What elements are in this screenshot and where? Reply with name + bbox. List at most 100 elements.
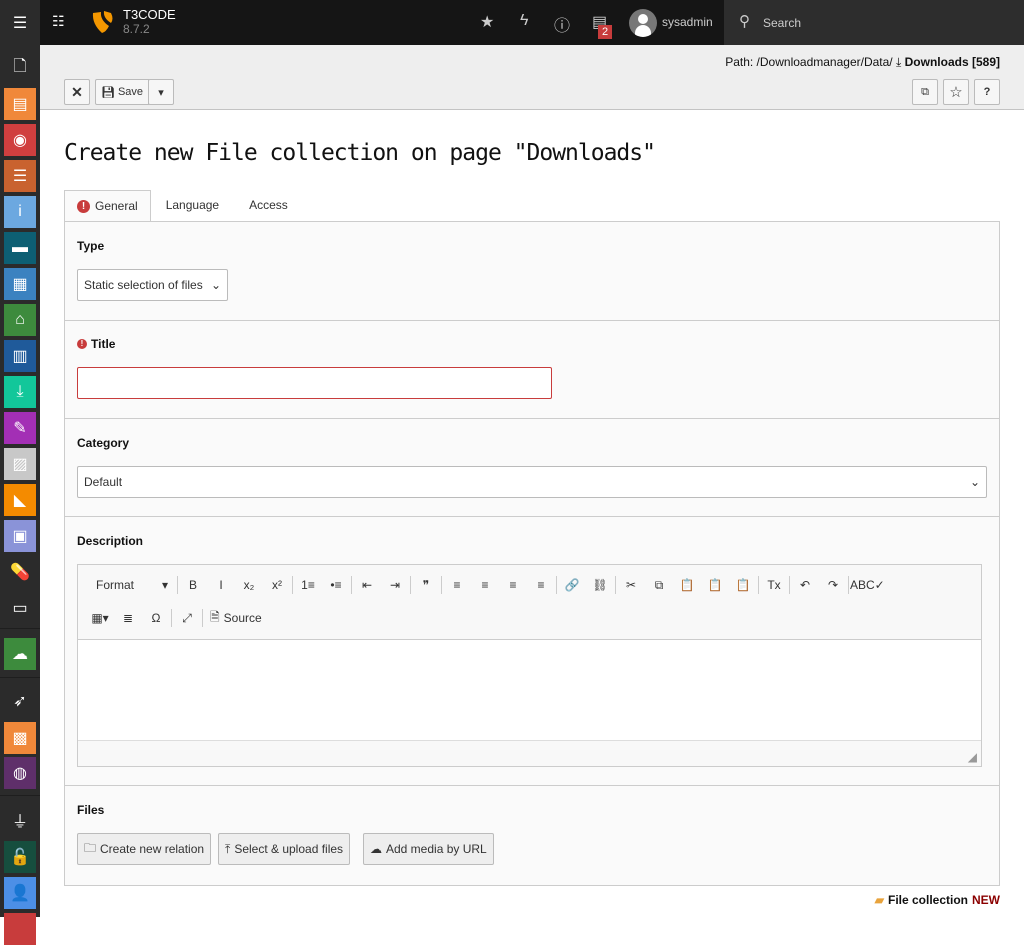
typo3-logo[interactable] — [90, 10, 114, 34]
category-section: Category Default ⌄ — [65, 419, 999, 517]
module-filelist-icon[interactable]: ▭ — [4, 592, 36, 624]
sidebar-divider — [0, 795, 40, 796]
module-page-module-icon[interactable]: ▤ — [4, 88, 36, 120]
module-typo3-icon[interactable]: ◣ — [4, 484, 36, 516]
toolbar-button-icon[interactable]: Ω — [142, 606, 170, 630]
module-plug-icon[interactable]: ⏚ — [4, 804, 36, 836]
toolbar-button-icon[interactable]: x² — [263, 573, 291, 597]
toolbar-button-icon[interactable]: ❞ — [412, 573, 440, 597]
toolbar-button-icon[interactable]: 1≡ — [294, 573, 322, 597]
toolbar-separator — [292, 576, 293, 594]
toolbar-button-icon[interactable]: ↷ — [819, 573, 847, 597]
bookmark-button[interactable]: ☆ — [943, 79, 969, 105]
help-button[interactable]: ? — [974, 79, 1000, 105]
close-button[interactable]: ✕ — [64, 79, 90, 105]
select-upload-files-button[interactable]: ⤒ Select & upload files — [218, 833, 351, 865]
tab-language[interactable]: Language — [151, 190, 234, 222]
view-page-button[interactable]: ⧉ — [912, 79, 938, 105]
toolbar-button-icon[interactable]: ≡ — [499, 573, 527, 597]
module-extension-icon[interactable]: ▩ — [4, 722, 36, 754]
bookmark-star-icon[interactable]: ★ — [480, 12, 494, 32]
page-link[interactable]: Downloads [589] — [905, 55, 1000, 69]
module-rocket-icon[interactable]: ➶ — [4, 685, 36, 717]
pagetree-icon[interactable]: ☷ — [52, 13, 65, 30]
toolbar-button-icon[interactable]: ABC✓ — [850, 573, 885, 597]
toolbar-button-icon[interactable]: ≡ — [471, 573, 499, 597]
toolbar-separator — [441, 576, 442, 594]
module-view-icon[interactable]: ◉ — [4, 124, 36, 156]
toolbar-button-icon[interactable]: ⧉ — [645, 573, 673, 597]
toolbar-button-icon[interactable]: ⤢ — [173, 606, 201, 630]
toolbar-button-icon[interactable]: ≡ — [443, 573, 471, 597]
toolbar-button-icon[interactable]: ⇤ — [353, 573, 381, 597]
create-new-relation-button[interactable]: 🗀 Create new relation — [77, 833, 212, 865]
toolbar-button-icon[interactable]: Tx — [760, 573, 788, 597]
files-label: Files — [77, 803, 105, 817]
toolbar-button-icon[interactable]: •≡ — [322, 573, 350, 597]
page-title: Create new File collection on page "Down… — [64, 140, 656, 166]
toolbar-button-icon[interactable]: ≡ — [527, 573, 555, 597]
flash-clear-cache-icon[interactable]: ϟ — [520, 12, 528, 30]
caret-down-icon: ▾ — [161, 578, 168, 592]
module-news-icon[interactable]: ▦ — [4, 268, 36, 300]
toolbar-button-icon[interactable]: 📋 — [673, 573, 701, 597]
tab-access[interactable]: Access — [234, 190, 303, 222]
module-form-icon[interactable]: ✎ — [4, 412, 36, 444]
resize-handle-icon[interactable]: ◢ — [968, 750, 977, 764]
module-more-icon[interactable] — [4, 913, 36, 945]
search-icon: ⚲ — [739, 13, 750, 30]
source-label: Source — [223, 611, 262, 625]
module-downloads-icon[interactable]: ⤓ — [4, 376, 36, 408]
module-pill-icon[interactable]: 💊 — [4, 556, 36, 588]
toolbar-button-icon[interactable]: 🔗 — [558, 573, 586, 597]
toolbar-button-icon[interactable]: ⛓ — [586, 573, 614, 597]
chevron-down-icon: ⌄ — [969, 475, 980, 489]
button-label: Create new relation — [100, 842, 205, 856]
notification-badge: 2 — [598, 25, 613, 39]
title-input[interactable] — [77, 367, 552, 399]
error-icon: ! — [77, 339, 87, 349]
menu-icon[interactable]: ☰ — [0, 0, 40, 45]
toolbar-button-icon[interactable]: I — [207, 573, 235, 597]
type-select[interactable]: Static selection of files ⌄ — [77, 269, 228, 301]
add-media-by-url-button[interactable]: ☁ Add media by URL — [363, 833, 494, 865]
button-label: Select & upload files — [234, 842, 344, 856]
module-newsletter-icon[interactable]: ▣ — [4, 520, 36, 552]
button-label: Add media by URL — [386, 842, 487, 856]
toolbar-button-icon[interactable]: ≣ — [114, 606, 142, 630]
toolbar-separator — [556, 576, 557, 594]
save-button[interactable]: 💾︎ Save — [95, 79, 149, 105]
module-globe-icon[interactable]: ◍ — [4, 757, 36, 789]
toolbar-button-icon[interactable]: ✂ — [617, 573, 645, 597]
module-lock-icon[interactable]: 🔓 — [4, 841, 36, 873]
module-cloud-icon[interactable]: ☁ — [4, 638, 36, 670]
module-presentation-icon[interactable]: ⌂ — [4, 304, 36, 336]
help-icon[interactable]: ⓘ — [554, 12, 570, 36]
toolbar-button-icon[interactable]: ▦▾ — [86, 606, 114, 630]
module-list-icon[interactable]: ☰ — [4, 160, 36, 192]
module-info-icon[interactable]: i — [4, 196, 36, 228]
toolbar-button-icon[interactable]: B — [179, 573, 207, 597]
module-page-icon[interactable]: 🗋 — [4, 52, 36, 84]
site-info: T3CODE 8.7.2 — [123, 8, 176, 37]
tab-label: General — [95, 199, 138, 213]
tab-general[interactable]: ! General — [64, 190, 151, 222]
editor-content[interactable] — [78, 640, 981, 740]
toolbar-button-icon[interactable]: ⇥ — [381, 573, 409, 597]
module-content-icon[interactable]: ▨ — [4, 448, 36, 480]
editor-toolbar: Format ▾ B Ix₂ x² 1≡ •≡ ⇤ ⇥ ❞ ≡ ≡ ≡ ≡ 🔗 ⛓ ✂ ⧉ 📋 📋 📋 Tx ↶ ↷ ABC✓ … — [78, 565, 981, 640]
module-template-icon[interactable]: ▥ — [4, 340, 36, 372]
toolbar-button-icon[interactable]: 📋 — [729, 573, 757, 597]
format-dropdown[interactable]: Format ▾ — [86, 573, 176, 597]
search-input[interactable]: ⚲ Search — [724, 0, 1024, 45]
username[interactable]: sysadmin — [662, 15, 713, 29]
toolbar-button-icon[interactable]: ↶ — [791, 573, 819, 597]
save-dropdown-button[interactable]: ▾ — [148, 79, 174, 105]
source-button[interactable]: 🗎 Source — [204, 606, 268, 630]
module-toolbox-icon[interactable]: ▬ — [4, 232, 36, 264]
toolbar-button-icon[interactable]: x₂ — [235, 573, 263, 597]
avatar[interactable] — [629, 9, 657, 37]
module-user-icon[interactable]: 👤 — [4, 877, 36, 909]
toolbar-button-icon[interactable]: 📋 — [701, 573, 729, 597]
category-select[interactable]: Default ⌄ — [77, 466, 987, 498]
